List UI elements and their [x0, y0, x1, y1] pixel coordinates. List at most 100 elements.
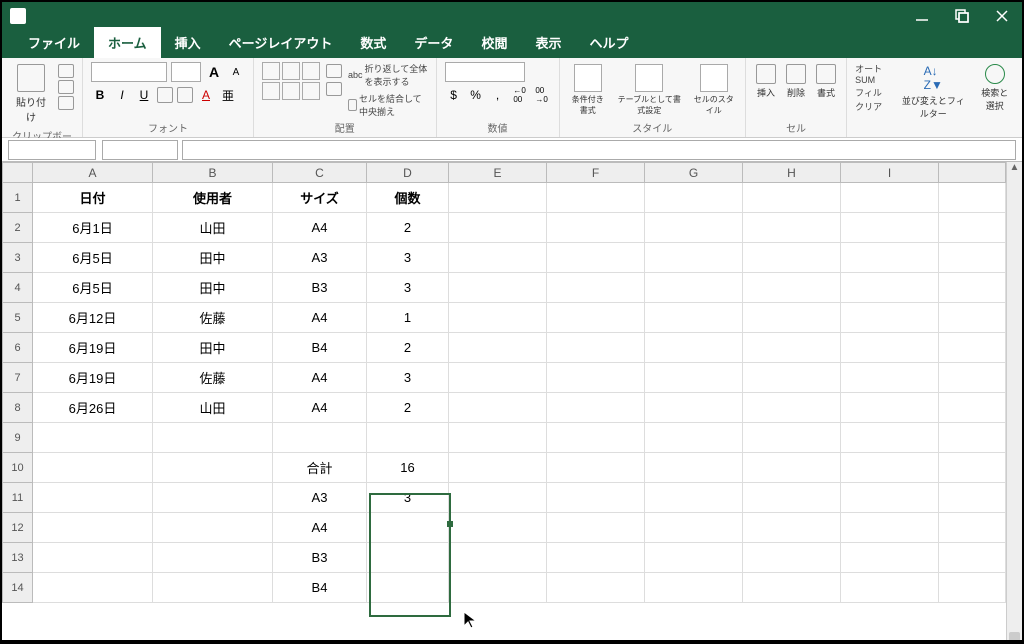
cell[interactable]	[939, 273, 1006, 303]
cell[interactable]	[367, 423, 449, 453]
row-header[interactable]: 5	[3, 303, 33, 333]
row-header[interactable]: 12	[3, 513, 33, 543]
indent-icon[interactable]	[326, 82, 342, 96]
cell[interactable]: 3	[367, 243, 449, 273]
cell[interactable]: B3	[273, 543, 367, 573]
cell[interactable]	[743, 453, 841, 483]
cell[interactable]	[449, 543, 547, 573]
tab-insert[interactable]: 挿入	[161, 27, 215, 58]
col-header-d[interactable]: D	[367, 163, 449, 183]
cell[interactable]	[841, 303, 939, 333]
cell[interactable]	[645, 453, 743, 483]
cell[interactable]	[841, 243, 939, 273]
conditional-format-button[interactable]: 条件付き書式	[568, 62, 609, 118]
row-header[interactable]: 8	[3, 393, 33, 423]
increase-font-button[interactable]: A	[205, 63, 223, 81]
cell[interactable]	[841, 453, 939, 483]
cell[interactable]	[449, 453, 547, 483]
cell[interactable]	[841, 513, 939, 543]
vertical-scrollbar[interactable]: ▲	[1006, 162, 1022, 640]
cell[interactable]: 田中	[153, 273, 273, 303]
cell[interactable]: 6月26日	[33, 393, 153, 423]
cell[interactable]	[547, 273, 645, 303]
cell[interactable]	[367, 573, 449, 603]
border-icon[interactable]	[157, 87, 173, 103]
cell[interactable]: A4	[273, 213, 367, 243]
find-select-button[interactable]: 検索と選択	[976, 62, 1014, 114]
cell[interactable]	[367, 543, 449, 573]
cell[interactable]	[547, 243, 645, 273]
cell[interactable]	[939, 423, 1006, 453]
cell[interactable]	[449, 513, 547, 543]
cell[interactable]: 2	[367, 393, 449, 423]
cell[interactable]	[645, 513, 743, 543]
cell[interactable]: B4	[273, 573, 367, 603]
cell[interactable]	[743, 393, 841, 423]
cell[interactable]	[743, 303, 841, 333]
cell[interactable]: 6月5日	[33, 243, 153, 273]
tab-review[interactable]: 校閲	[467, 27, 521, 58]
cell[interactable]	[153, 423, 273, 453]
cell[interactable]	[33, 453, 153, 483]
cell[interactable]	[449, 363, 547, 393]
copy-icon[interactable]	[58, 80, 74, 94]
cell[interactable]: A3	[273, 243, 367, 273]
cell[interactable]	[743, 273, 841, 303]
cell[interactable]	[547, 333, 645, 363]
cell[interactable]	[547, 573, 645, 603]
fx-box[interactable]	[102, 140, 178, 160]
spreadsheet-grid[interactable]: A B C D E F G H I 1日付使用者サイズ個数 26月1日山田A42…	[2, 162, 1006, 640]
alignment-grid[interactable]	[262, 62, 320, 100]
cell[interactable]	[939, 213, 1006, 243]
row-header[interactable]: 3	[3, 243, 33, 273]
cell[interactable]	[547, 483, 645, 513]
format-painter-icon[interactable]	[58, 96, 74, 110]
cell-styles-button[interactable]: セルのスタイル	[690, 62, 737, 118]
cell[interactable]	[449, 483, 547, 513]
cell[interactable]	[33, 573, 153, 603]
cell[interactable]	[939, 483, 1006, 513]
cell[interactable]	[743, 363, 841, 393]
row-header[interactable]: 14	[3, 573, 33, 603]
cell[interactable]: 使用者	[153, 183, 273, 213]
cell[interactable]: 佐藤	[153, 363, 273, 393]
cell[interactable]	[33, 543, 153, 573]
minimize-button[interactable]	[910, 4, 934, 28]
font-size-input[interactable]	[171, 62, 201, 82]
italic-button[interactable]: I	[113, 86, 131, 104]
cell[interactable]: 佐藤	[153, 303, 273, 333]
row-header[interactable]: 11	[3, 483, 33, 513]
cell[interactable]	[449, 243, 547, 273]
ruby-button[interactable]: 亜	[219, 86, 237, 104]
cell[interactable]: 山田	[153, 213, 273, 243]
cell[interactable]: B3	[273, 273, 367, 303]
cell[interactable]	[449, 573, 547, 603]
fill-color-icon[interactable]	[177, 87, 193, 103]
cell[interactable]	[449, 423, 547, 453]
wrap-text-button[interactable]: abc 折り返して全体を表示する	[348, 62, 428, 88]
bold-button[interactable]: B	[91, 86, 109, 104]
cell[interactable]: 個数	[367, 183, 449, 213]
delete-cells-button[interactable]: 削除	[784, 62, 808, 101]
col-header-f[interactable]: F	[547, 163, 645, 183]
cell[interactable]: 日付	[33, 183, 153, 213]
cell[interactable]	[841, 543, 939, 573]
row-header[interactable]: 7	[3, 363, 33, 393]
cell[interactable]: 2	[367, 333, 449, 363]
cell[interactable]	[743, 243, 841, 273]
cell[interactable]: 6月5日	[33, 273, 153, 303]
scroll-thumb[interactable]	[1009, 632, 1020, 640]
cell[interactable]: 6月12日	[33, 303, 153, 333]
cell[interactable]: 3	[367, 273, 449, 303]
cell[interactable]	[645, 483, 743, 513]
cell[interactable]	[153, 483, 273, 513]
cell[interactable]	[841, 183, 939, 213]
cell[interactable]: A4	[273, 363, 367, 393]
row-header[interactable]: 6	[3, 333, 33, 363]
cell[interactable]	[449, 303, 547, 333]
cell[interactable]: 田中	[153, 243, 273, 273]
col-header-h[interactable]: H	[743, 163, 841, 183]
font-color-button[interactable]: A	[197, 86, 215, 104]
cell[interactable]	[939, 513, 1006, 543]
cell[interactable]	[33, 423, 153, 453]
